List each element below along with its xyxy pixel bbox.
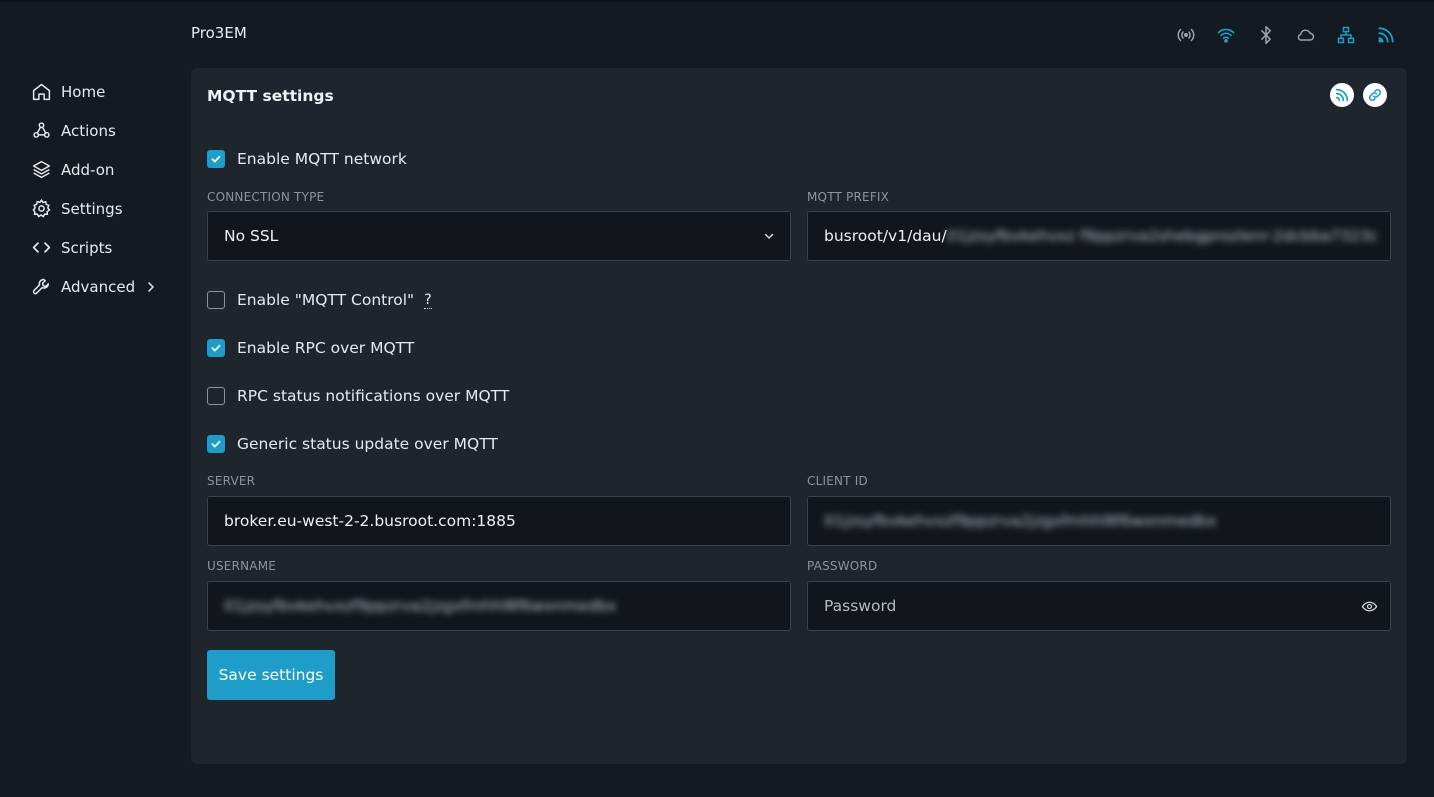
sidebar-item-home[interactable]: Home xyxy=(30,72,170,111)
sidebar-item-label: Advanced xyxy=(61,277,136,296)
link-button[interactable] xyxy=(1363,83,1387,107)
card-header-actions xyxy=(1330,83,1387,107)
enable-rpc-checkbox[interactable] xyxy=(207,339,225,357)
server-input[interactable]: broker.eu-west-2-2.busroot.com:1885 xyxy=(207,496,791,546)
sidebar-item-label: Settings xyxy=(61,199,123,218)
server-label: SERVER xyxy=(207,474,256,488)
mqtt-prefix-value: busroot/v1/dau/ xyxy=(824,227,947,245)
device-name: Pro3EM xyxy=(191,24,247,42)
help-tooltip-trigger[interactable]: ? xyxy=(424,292,432,309)
mqtt-feed-button[interactable] xyxy=(1330,83,1354,107)
connection-type-value: No SSL xyxy=(224,227,279,245)
sidebar-item-label: Home xyxy=(61,82,106,101)
rpc-status-row[interactable]: RPC status notifications over MQTT xyxy=(207,387,509,405)
wifi-icon[interactable] xyxy=(1215,24,1237,46)
sidebar-item-addon[interactable]: Add-on xyxy=(30,150,170,189)
enable-mqtt-checkbox[interactable] xyxy=(207,150,225,168)
rpc-status-label: RPC status notifications over MQTT xyxy=(237,387,510,405)
link-icon xyxy=(1368,88,1382,102)
username-label: USERNAME xyxy=(207,559,277,573)
sidebar-item-advanced[interactable]: Advanced xyxy=(30,267,170,306)
sidebar-item-label: Add-on xyxy=(61,160,115,179)
username-redacted: 01jzsyfbvkehvxzf9ppzrva2jzgxfmhhl8f6wxnm… xyxy=(224,597,617,615)
checkmark-icon xyxy=(211,344,221,352)
enable-mqtt-control-label: Enable "MQTT Control" xyxy=(237,291,415,309)
card-title: MQTT settings xyxy=(207,87,334,105)
generic-status-checkbox[interactable] xyxy=(207,435,225,453)
gear-icon xyxy=(30,198,52,220)
sidebar-item-scripts[interactable]: Scripts xyxy=(30,228,170,267)
username-input[interactable]: 01jzsyfbvkehvxzf9ppzrva2jzgxfmhhl8f6wxnm… xyxy=(207,581,791,631)
mqtt-prefix-label: MQTT PREFIX xyxy=(807,190,890,204)
code-icon xyxy=(30,237,52,259)
eye-icon[interactable] xyxy=(1360,597,1378,615)
sidebar-item-label: Actions xyxy=(61,121,116,140)
generic-status-label: Generic status update over MQTT xyxy=(237,435,498,453)
cloud-icon[interactable] xyxy=(1295,24,1317,46)
mqtt-settings-card: MQTT settings Enable MQTT network CONNEC… xyxy=(191,68,1407,764)
home-icon xyxy=(30,81,52,103)
mqtt-prefix-redacted: 01jzsyfbvkehvxz f9ppzrva2shebgprozlenr-2… xyxy=(946,227,1379,245)
sidebar-nav: Home Actions Add-on Settings Scripts Adv… xyxy=(30,72,170,306)
checkmark-icon xyxy=(211,155,221,163)
connection-type-select[interactable]: No SSL xyxy=(207,211,791,261)
sidebar-item-label: Scripts xyxy=(61,238,113,257)
password-placeholder: Password xyxy=(824,597,897,615)
sidebar-item-settings[interactable]: Settings xyxy=(30,189,170,228)
mqtt-prefix-input[interactable]: busroot/v1/dau/01jzsyfbvkehvxz f9ppzrva2… xyxy=(807,211,1391,261)
radio-broadcast-icon[interactable] xyxy=(1175,24,1197,46)
enable-mqtt-label: Enable MQTT network xyxy=(237,150,407,168)
layers-icon xyxy=(30,159,52,181)
enable-rpc-row[interactable]: Enable RPC over MQTT xyxy=(207,339,414,357)
generic-status-row[interactable]: Generic status update over MQTT xyxy=(207,435,498,453)
enable-mqtt-control-checkbox[interactable] xyxy=(207,291,225,309)
chevron-down-icon xyxy=(760,227,778,245)
enable-rpc-label: Enable RPC over MQTT xyxy=(237,339,415,357)
mqtt-feed-icon xyxy=(1335,88,1349,102)
connection-type-label: CONNECTION TYPE xyxy=(207,190,325,204)
client-id-input[interactable]: 01jzsyfbvkehvxzf9ppzrva2jzgxfmhhl8f6wxnm… xyxy=(807,496,1391,546)
webhook-icon xyxy=(30,120,52,142)
checkmark-icon xyxy=(211,440,221,448)
bluetooth-icon[interactable] xyxy=(1255,24,1277,46)
save-settings-button[interactable]: Save settings xyxy=(207,650,335,700)
top-divider xyxy=(0,0,1434,2)
status-icons-bar xyxy=(1175,24,1397,46)
client-id-redacted: 01jzsyfbvkehvxzf9ppzrva2jzgxfmhhl8f6wxnm… xyxy=(824,512,1217,530)
client-id-label: CLIENT ID xyxy=(807,474,868,488)
password-input[interactable]: Password xyxy=(807,581,1391,631)
enable-mqtt-row[interactable]: Enable MQTT network xyxy=(207,150,407,168)
ethernet-network-icon[interactable] xyxy=(1335,24,1357,46)
wrench-icon xyxy=(30,276,52,298)
rpc-status-checkbox[interactable] xyxy=(207,387,225,405)
password-label: PASSWORD xyxy=(807,559,878,573)
chevron-right-icon xyxy=(145,281,157,293)
sidebar-item-actions[interactable]: Actions xyxy=(30,111,170,150)
mqtt-feed-icon[interactable] xyxy=(1375,24,1397,46)
server-value: broker.eu-west-2-2.busroot.com:1885 xyxy=(224,512,516,530)
enable-mqtt-control-row[interactable]: Enable "MQTT Control" ? xyxy=(207,291,432,309)
